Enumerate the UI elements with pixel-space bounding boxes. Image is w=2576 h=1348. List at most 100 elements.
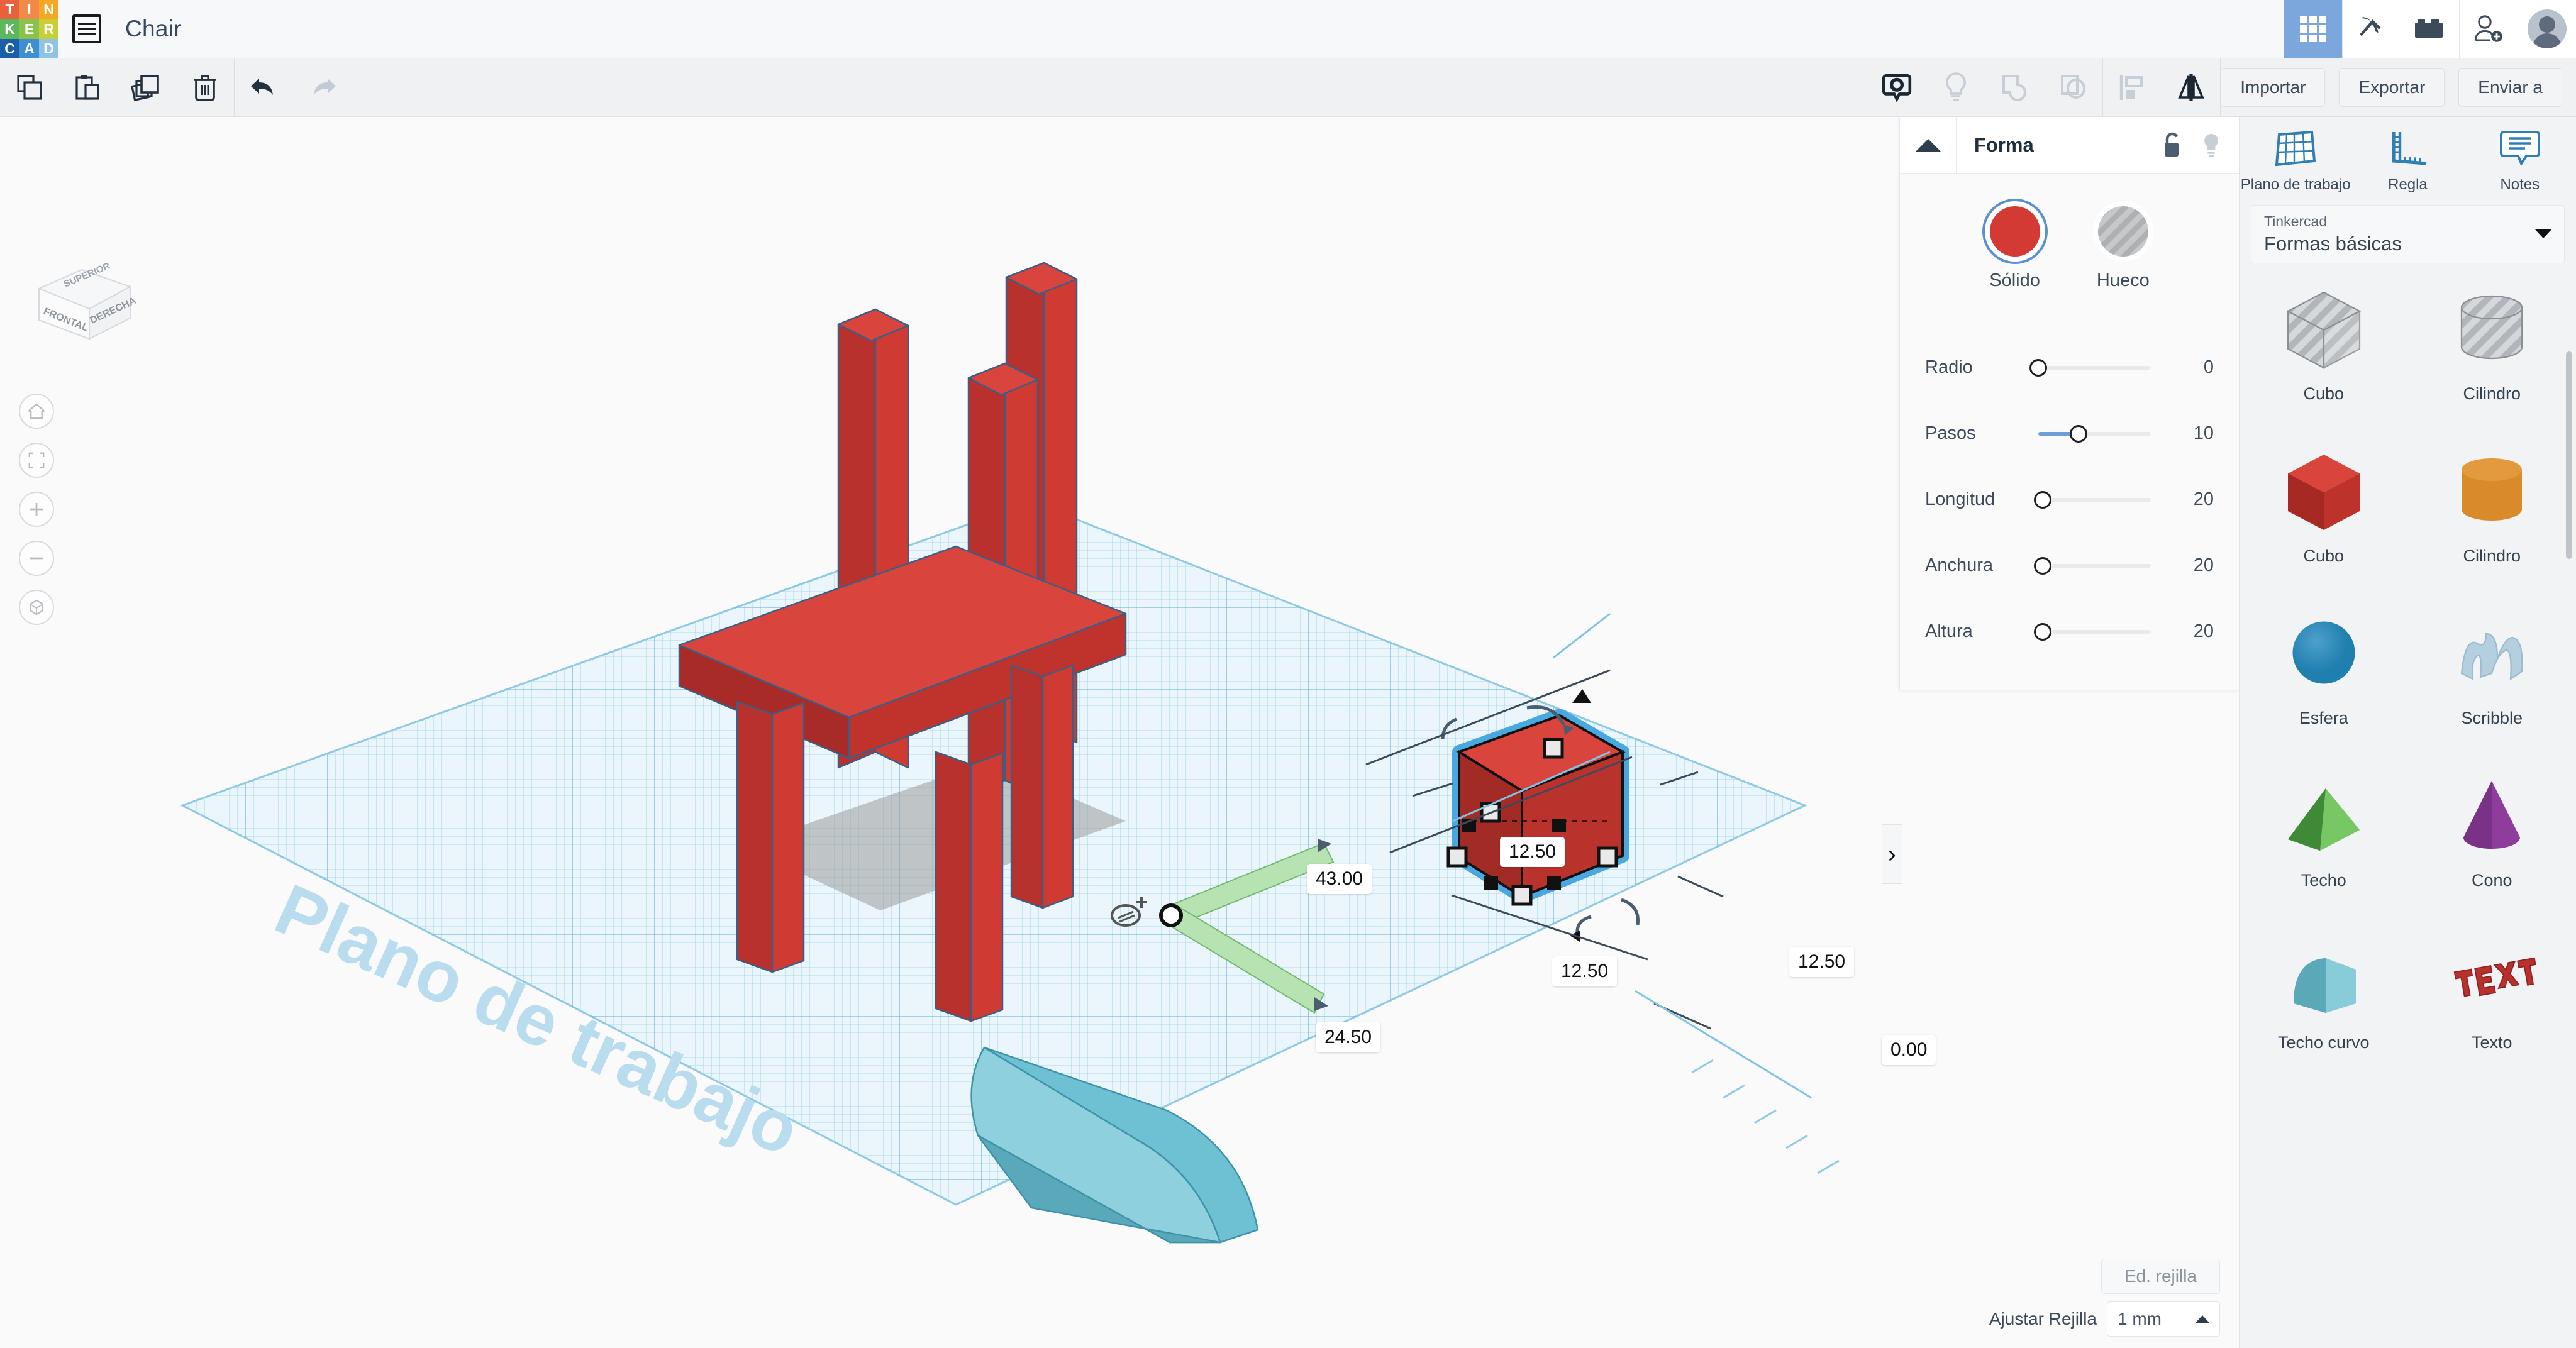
fit-to-view-button[interactable]: [19, 443, 54, 478]
import-button[interactable]: Importar: [2221, 68, 2326, 107]
align-button[interactable]: [2103, 58, 2162, 117]
mirror-flip-icon: [2178, 74, 2204, 101]
duplicate-button[interactable]: [117, 58, 175, 117]
export-button[interactable]: Exportar: [2339, 68, 2445, 107]
shape-item-cylinder-hatched[interactable]: Cilindro: [2408, 275, 2576, 437]
slider-knob-4[interactable]: [2034, 622, 2052, 641]
shape-item-cube-red[interactable]: Cubo: [2240, 437, 2408, 599]
shape-inspector-title: Forma: [1974, 133, 2034, 156]
slider-knob-1[interactable]: [2070, 424, 2088, 443]
shape-library-select[interactable]: Tinkercad Formas básicas: [2251, 204, 2565, 263]
main-area: Plano de trabajo SUPERIOR FRONTAL DERECH…: [0, 117, 2576, 1348]
ruler-icon: [2392, 132, 2427, 165]
shape-item-scribble-lightblue[interactable]: Scribble: [2408, 599, 2576, 761]
sidebar-item-workplane[interactable]: Plano de trabajo: [2240, 128, 2351, 194]
home-view-button[interactable]: [19, 394, 54, 429]
user-avatar-button[interactable]: [2518, 0, 2576, 58]
shape-item-cube-hatched[interactable]: Cubo: [2240, 275, 2408, 437]
light-button[interactable]: [1926, 58, 1985, 117]
unlock-icon[interactable]: [2161, 131, 2184, 159]
tinkercad-app: TINKERCAD Chair Importar Exportar Enviar…: [0, 0, 2576, 1348]
delete-button[interactable]: [175, 58, 234, 117]
collapse-panel-button[interactable]: [1900, 117, 1957, 174]
viewport-nav-controls: [19, 394, 54, 625]
slider-knob-0[interactable]: [2029, 358, 2047, 377]
sidebar-item-ruler[interactable]: Regla: [2351, 128, 2463, 194]
slider-track-2[interactable]: [2034, 490, 2151, 509]
eye-pin-icon: [1882, 74, 1911, 102]
slider-row-anchura: Anchura 20: [1925, 533, 2214, 599]
view-cube[interactable]: SUPERIOR FRONTAL DERECHA: [26, 258, 140, 346]
sidebar-collapse-handle[interactable]: ›: [1882, 824, 1902, 884]
ungroup-shapes-icon: [2060, 75, 2085, 99]
visibility-button[interactable]: [1867, 58, 1926, 117]
lightbulb-icon[interactable]: [2200, 131, 2223, 159]
slider-track-1[interactable]: [2038, 424, 2151, 443]
triangle-up-icon: [1915, 138, 1941, 152]
sidebar-scrollbar[interactable]: [2566, 351, 2572, 559]
invite-button[interactable]: [2459, 0, 2518, 58]
tinkercad-logo[interactable]: TIN KERCAD: [0, 0, 58, 58]
group-button[interactable]: [1985, 58, 2044, 117]
logo-tile-c-6: C: [0, 38, 19, 58]
chevron-down-icon: [2535, 229, 2551, 239]
ungroup-button[interactable]: [2044, 58, 2102, 117]
dim-ruler-y[interactable]: 24.50: [1316, 1022, 1381, 1052]
edit-grid-button[interactable]: Ed. rejilla: [2101, 1259, 2220, 1294]
slider-value-4: 20: [2193, 621, 2214, 641]
home-icon: [28, 403, 45, 419]
3d-viewport[interactable]: Plano de trabajo SUPERIOR FRONTAL DERECH…: [0, 117, 2239, 1348]
dim-shape-depth[interactable]: 12.50: [1500, 837, 1565, 867]
solid-color-dot: [1989, 206, 2040, 257]
grid-view-button[interactable]: [2284, 0, 2342, 58]
projection-toggle-button[interactable]: [19, 590, 54, 625]
shape-item-cylinder-orange[interactable]: Cilindro: [2408, 437, 2576, 599]
slider-knob-2[interactable]: [2034, 490, 2052, 509]
minecraft-button[interactable]: [2342, 0, 2401, 58]
dim-shape-width[interactable]: 12.50: [1552, 956, 1618, 986]
hole-swatch-button[interactable]: Hueco: [2097, 206, 2150, 291]
lightbulb-icon: [1945, 72, 1966, 101]
shape-item-label: Techo curvo: [2277, 1032, 2370, 1052]
paste-button[interactable]: [58, 58, 117, 117]
dim-shape-z-offset[interactable]: 0.00: [1882, 1035, 1936, 1065]
shape-item-roof-green[interactable]: Techo: [2240, 761, 2408, 924]
shape-grid: Cubo Cilindro Cubo Cilindro Esfera Scribble Te…: [2240, 263, 2576, 1348]
dim-ruler-x[interactable]: 43.00: [1307, 864, 1372, 894]
cone-purple-icon: [2445, 761, 2539, 868]
shape-inspector-panel: Forma Sólido Hueco Radio 0 Pasos 10 Long…: [1899, 117, 2239, 690]
slider-row-altura: Altura 20: [1925, 599, 2214, 665]
copy-button[interactable]: [0, 58, 58, 117]
slider-track-0[interactable]: [2029, 358, 2151, 377]
dim-shape-height[interactable]: 12.50: [1789, 947, 1855, 977]
slider-track-3[interactable]: [2034, 556, 2151, 575]
snap-grid-select[interactable]: 1 mm: [2107, 1301, 2220, 1337]
undo-button[interactable]: [235, 58, 293, 117]
zoom-out-button[interactable]: [19, 541, 54, 576]
slider-value-0: 0: [2203, 357, 2214, 377]
shape-item-text-red[interactable]: Texto: [2408, 924, 2576, 1086]
blocks-button[interactable]: [2401, 0, 2459, 58]
shape-item-sphere-blue[interactable]: Esfera: [2240, 599, 2408, 761]
redo-button[interactable]: [293, 58, 352, 117]
zoom-in-button[interactable]: [19, 492, 54, 527]
shape-library-sidebar: Plano de trabajo Regla Notes Tinkercad F…: [2239, 117, 2576, 1348]
sidebar-item-notes[interactable]: Notes: [2464, 128, 2576, 194]
slider-label-2: Longitud: [1925, 489, 1996, 509]
logo-tile-n-2: N: [39, 0, 58, 19]
slider-track-4[interactable]: [2034, 622, 2151, 641]
logo-tile-r-5: R: [39, 19, 58, 39]
shape-item-cone-purple[interactable]: Cono: [2408, 761, 2576, 924]
pickaxe-icon: [2360, 17, 2381, 36]
slider-knob-3[interactable]: [2034, 556, 2052, 575]
shape-tools: Importar Exportar Enviar a: [1867, 58, 2576, 117]
mirror-button[interactable]: [2162, 58, 2220, 117]
shape-item-curved-roof-teal[interactable]: Techo curvo: [2240, 924, 2408, 1086]
solid-swatch-button[interactable]: Sólido: [1989, 206, 2040, 291]
caret-up-icon: [2196, 1315, 2209, 1323]
project-panel-icon[interactable]: [72, 14, 101, 43]
slider-label-3: Anchura: [1925, 555, 1994, 575]
cube-hatched-icon: [2277, 275, 2371, 382]
send-to-button[interactable]: Enviar a: [2458, 68, 2562, 107]
logo-tile-a-7: A: [19, 38, 39, 58]
